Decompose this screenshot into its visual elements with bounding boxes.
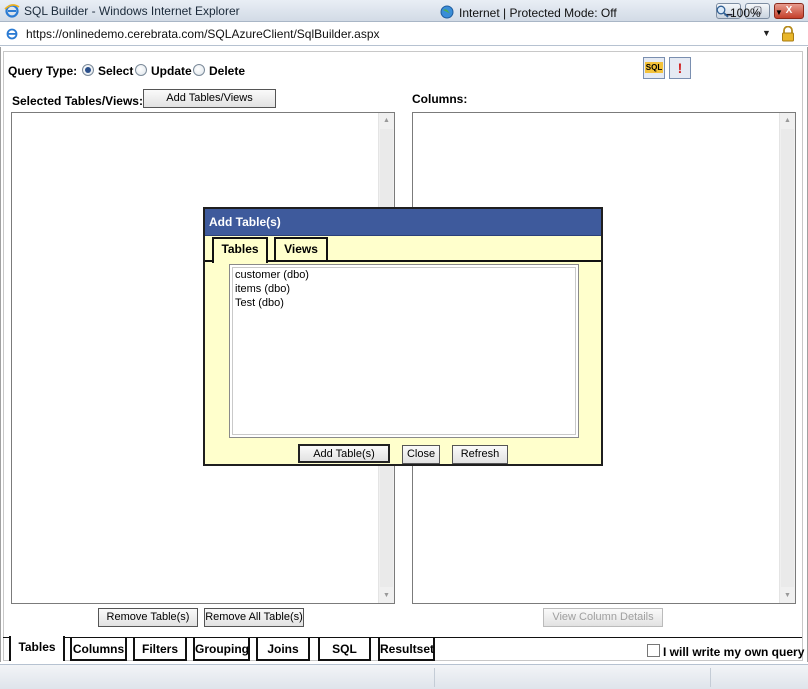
scroll-up-icon[interactable]: ▲ — [383, 117, 390, 124]
zoom-level[interactable]: 100% — [730, 6, 761, 20]
dialog-add-tables-button[interactable]: Add Table(s) — [298, 444, 390, 463]
window-title: SQL Builder - Windows Internet Explorer — [24, 4, 240, 18]
query-type-label: Query Type: — [8, 64, 78, 78]
own-query-label: I will write my own query — [663, 645, 805, 659]
globe-icon — [440, 5, 454, 19]
remove-tables-button[interactable]: Remove Table(s) — [98, 608, 198, 627]
tab-filters[interactable]: Filters — [133, 638, 187, 661]
zoom-dropdown-icon[interactable]: ▼ — [775, 8, 783, 17]
tables-listbox[interactable]: customer (dbo) items (dbo) Test (dbo) — [229, 264, 579, 438]
lock-icon[interactable] — [781, 26, 795, 42]
tab-sql[interactable]: SQL — [318, 638, 371, 661]
add-tables-views-button[interactable]: Add Tables/Views — [143, 89, 276, 108]
right-scrollbar[interactable]: ▲ ▼ — [779, 113, 795, 603]
selected-tables-label: Selected Tables/Views: — [12, 94, 143, 108]
page-icon — [6, 28, 18, 40]
tab-views[interactable]: Views — [274, 237, 328, 261]
internet-explorer-icon — [4, 4, 20, 18]
zoom-icon[interactable] — [716, 5, 729, 18]
radio-delete[interactable] — [193, 64, 205, 76]
radio-select[interactable] — [82, 64, 94, 76]
tab-tables-bottom[interactable]: Tables — [9, 636, 65, 661]
own-query-checkbox[interactable] — [647, 644, 660, 657]
add-tables-dialog: Add Table(s) Tables Views customer (dbo)… — [203, 207, 603, 466]
radio-select-label: Select — [98, 64, 134, 78]
window-title-bar: SQL Builder - Windows Internet Explorer … — [0, 0, 808, 22]
status-bar — [0, 664, 808, 689]
columns-label: Columns: — [412, 92, 468, 106]
url-field[interactable]: https://onlinedemo.cerebrata.com/SQLAzur… — [26, 27, 380, 41]
security-zone-status: Internet | Protected Mode: Off — [459, 6, 617, 20]
list-item[interactable]: customer (dbo) — [233, 268, 575, 282]
tab-columns[interactable]: Columns — [70, 638, 127, 661]
list-item[interactable]: items (dbo) — [233, 282, 575, 296]
scroll-up-icon[interactable]: ▲ — [784, 117, 791, 124]
address-dropdown-icon[interactable]: ▼ — [762, 28, 771, 38]
dialog-close-button[interactable]: Close — [402, 445, 440, 464]
tab-resultset[interactable]: Resultset — [378, 638, 435, 661]
scroll-down-icon[interactable]: ▼ — [383, 592, 390, 599]
sql-icon[interactable]: SQL — [643, 57, 665, 79]
radio-delete-label: Delete — [209, 64, 246, 78]
tab-joins[interactable]: Joins — [256, 638, 310, 661]
list-item[interactable]: Test (dbo) — [233, 296, 575, 310]
view-column-details-button[interactable]: View Column Details — [543, 608, 663, 627]
execute-icon[interactable]: ! — [669, 57, 691, 79]
dialog-title: Add Table(s) — [205, 209, 601, 236]
address-bar: https://onlinedemo.cerebrata.com/SQLAzur… — [0, 23, 808, 46]
dialog-refresh-button[interactable]: Refresh — [452, 445, 508, 464]
radio-update-label: Update — [151, 64, 192, 78]
remove-all-tables-button[interactable]: Remove All Table(s) — [204, 608, 304, 627]
radio-update[interactable] — [135, 64, 147, 76]
tab-grouping[interactable]: Grouping — [193, 638, 250, 661]
scroll-down-icon[interactable]: ▼ — [784, 592, 791, 599]
